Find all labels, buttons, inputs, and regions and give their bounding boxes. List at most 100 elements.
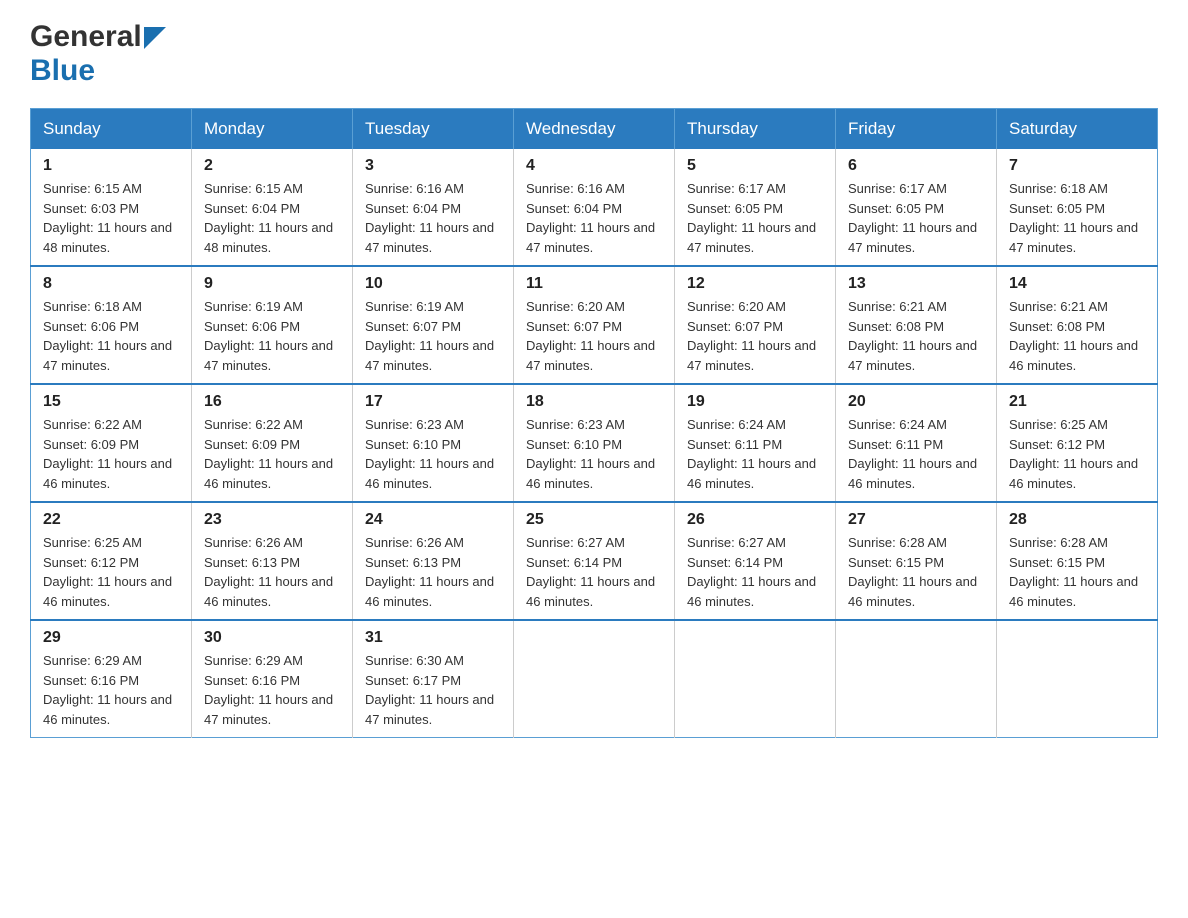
calendar-cell: 13 Sunrise: 6:21 AMSunset: 6:08 PMDayligh… [836, 266, 997, 384]
day-number: 23 [204, 511, 340, 529]
day-number: 10 [365, 275, 501, 293]
day-info: Sunrise: 6:20 AMSunset: 6:07 PMDaylight:… [526, 297, 662, 375]
day-number: 18 [526, 393, 662, 411]
day-number: 2 [204, 157, 340, 175]
day-number: 20 [848, 393, 984, 411]
calendar-cell: 20 Sunrise: 6:24 AMSunset: 6:11 PMDayligh… [836, 384, 997, 502]
calendar-header-friday: Friday [836, 109, 997, 150]
day-number: 21 [1009, 393, 1145, 411]
day-info: Sunrise: 6:16 AMSunset: 6:04 PMDaylight:… [365, 179, 501, 257]
calendar-header-saturday: Saturday [997, 109, 1158, 150]
day-info: Sunrise: 6:19 AMSunset: 6:07 PMDaylight:… [365, 297, 501, 375]
calendar-cell: 27 Sunrise: 6:28 AMSunset: 6:15 PMDayligh… [836, 502, 997, 620]
day-number: 8 [43, 275, 179, 293]
calendar-cell: 14Sunrise: 6:21 AMSunset: 6:08 PMDayligh… [997, 266, 1158, 384]
day-info: Sunrise: 6:25 AMSunset: 6:12 PMDaylight:… [1009, 415, 1145, 493]
logo-blue-text: Blue [30, 54, 95, 87]
day-number: 28 [1009, 511, 1145, 529]
day-number: 7 [1009, 157, 1145, 175]
calendar-cell [836, 620, 997, 738]
day-number: 9 [204, 275, 340, 293]
day-info: Sunrise: 6:27 AMSunset: 6:14 PMDaylight:… [687, 533, 823, 611]
day-number: 13 [848, 275, 984, 293]
calendar-week-row: 1 Sunrise: 6:15 AMSunset: 6:03 PMDaylight… [31, 149, 1158, 266]
calendar-week-row: 29Sunrise: 6:29 AMSunset: 6:16 PMDayligh… [31, 620, 1158, 738]
day-number: 15 [43, 393, 179, 411]
day-info: Sunrise: 6:17 AMSunset: 6:05 PMDaylight:… [687, 179, 823, 257]
day-info: Sunrise: 6:29 AMSunset: 6:16 PMDaylight:… [204, 651, 340, 729]
calendar-header-row: SundayMondayTuesdayWednesdayThursdayFrid… [31, 109, 1158, 150]
day-info: Sunrise: 6:23 AMSunset: 6:10 PMDaylight:… [365, 415, 501, 493]
day-info: Sunrise: 6:27 AMSunset: 6:14 PMDaylight:… [526, 533, 662, 611]
day-number: 12 [687, 275, 823, 293]
logo-arrow-icon [144, 27, 166, 49]
day-info: Sunrise: 6:24 AMSunset: 6:11 PMDaylight:… [848, 415, 984, 493]
day-info: Sunrise: 6:25 AMSunset: 6:12 PMDaylight:… [43, 533, 179, 611]
calendar-cell: 4Sunrise: 6:16 AMSunset: 6:04 PMDaylight… [514, 149, 675, 266]
day-info: Sunrise: 6:23 AMSunset: 6:10 PMDaylight:… [526, 415, 662, 493]
day-number: 30 [204, 629, 340, 647]
calendar-cell: 18 Sunrise: 6:23 AMSunset: 6:10 PMDayligh… [514, 384, 675, 502]
calendar-cell: 23 Sunrise: 6:26 AMSunset: 6:13 PMDayligh… [192, 502, 353, 620]
calendar-cell: 25Sunrise: 6:27 AMSunset: 6:14 PMDayligh… [514, 502, 675, 620]
day-info: Sunrise: 6:21 AMSunset: 6:08 PMDaylight:… [848, 297, 984, 375]
calendar-cell: 5 Sunrise: 6:17 AMSunset: 6:05 PMDaylight… [675, 149, 836, 266]
day-number: 11 [526, 275, 662, 293]
calendar-cell: 15 Sunrise: 6:22 AMSunset: 6:09 PMDayligh… [31, 384, 192, 502]
calendar-week-row: 15 Sunrise: 6:22 AMSunset: 6:09 PMDayligh… [31, 384, 1158, 502]
page-header: General Blue [30, 20, 1158, 88]
day-number: 19 [687, 393, 823, 411]
day-info: Sunrise: 6:15 AMSunset: 6:03 PMDaylight:… [43, 179, 179, 257]
calendar-cell: 22 Sunrise: 6:25 AMSunset: 6:12 PMDayligh… [31, 502, 192, 620]
calendar-cell [514, 620, 675, 738]
day-info: Sunrise: 6:28 AMSunset: 6:15 PMDaylight:… [848, 533, 984, 611]
day-number: 22 [43, 511, 179, 529]
calendar-cell: 28Sunrise: 6:28 AMSunset: 6:15 PMDayligh… [997, 502, 1158, 620]
day-number: 4 [526, 157, 662, 175]
day-info: Sunrise: 6:26 AMSunset: 6:13 PMDaylight:… [204, 533, 340, 611]
day-number: 31 [365, 629, 501, 647]
day-info: Sunrise: 6:26 AMSunset: 6:13 PMDaylight:… [365, 533, 501, 611]
calendar-header-wednesday: Wednesday [514, 109, 675, 150]
day-info: Sunrise: 6:22 AMSunset: 6:09 PMDaylight:… [43, 415, 179, 493]
calendar-cell: 6 Sunrise: 6:17 AMSunset: 6:05 PMDaylight… [836, 149, 997, 266]
calendar-table: SundayMondayTuesdayWednesdayThursdayFrid… [30, 108, 1158, 738]
calendar-cell: 29Sunrise: 6:29 AMSunset: 6:16 PMDayligh… [31, 620, 192, 738]
day-info: Sunrise: 6:22 AMSunset: 6:09 PMDaylight:… [204, 415, 340, 493]
day-number: 17 [365, 393, 501, 411]
calendar-cell: 7 Sunrise: 6:18 AMSunset: 6:05 PMDaylight… [997, 149, 1158, 266]
day-info: Sunrise: 6:15 AMSunset: 6:04 PMDaylight:… [204, 179, 340, 257]
calendar-cell: 21 Sunrise: 6:25 AMSunset: 6:12 PMDayligh… [997, 384, 1158, 502]
calendar-cell: 1 Sunrise: 6:15 AMSunset: 6:03 PMDaylight… [31, 149, 192, 266]
day-number: 26 [687, 511, 823, 529]
calendar-cell: 2 Sunrise: 6:15 AMSunset: 6:04 PMDaylight… [192, 149, 353, 266]
day-info: Sunrise: 6:24 AMSunset: 6:11 PMDaylight:… [687, 415, 823, 493]
day-number: 27 [848, 511, 984, 529]
calendar-cell: 9 Sunrise: 6:19 AMSunset: 6:06 PMDaylight… [192, 266, 353, 384]
calendar-cell: 17 Sunrise: 6:23 AMSunset: 6:10 PMDayligh… [353, 384, 514, 502]
calendar-cell: 26 Sunrise: 6:27 AMSunset: 6:14 PMDayligh… [675, 502, 836, 620]
day-info: Sunrise: 6:29 AMSunset: 6:16 PMDaylight:… [43, 651, 179, 729]
calendar-cell: 16 Sunrise: 6:22 AMSunset: 6:09 PMDayligh… [192, 384, 353, 502]
day-info: Sunrise: 6:30 AMSunset: 6:17 PMDaylight:… [365, 651, 501, 729]
calendar-header-thursday: Thursday [675, 109, 836, 150]
day-number: 3 [365, 157, 501, 175]
day-number: 5 [687, 157, 823, 175]
calendar-cell [997, 620, 1158, 738]
day-number: 1 [43, 157, 179, 175]
calendar-header-tuesday: Tuesday [353, 109, 514, 150]
day-info: Sunrise: 6:18 AMSunset: 6:05 PMDaylight:… [1009, 179, 1145, 257]
day-info: Sunrise: 6:19 AMSunset: 6:06 PMDaylight:… [204, 297, 340, 375]
calendar-week-row: 22 Sunrise: 6:25 AMSunset: 6:12 PMDayligh… [31, 502, 1158, 620]
calendar-cell: 19 Sunrise: 6:24 AMSunset: 6:11 PMDayligh… [675, 384, 836, 502]
calendar-cell [675, 620, 836, 738]
calendar-week-row: 8Sunrise: 6:18 AMSunset: 6:06 PMDaylight… [31, 266, 1158, 384]
calendar-cell: 3 Sunrise: 6:16 AMSunset: 6:04 PMDaylight… [353, 149, 514, 266]
calendar-cell: 10 Sunrise: 6:19 AMSunset: 6:07 PMDayligh… [353, 266, 514, 384]
day-number: 16 [204, 393, 340, 411]
calendar-cell: 8Sunrise: 6:18 AMSunset: 6:06 PMDaylight… [31, 266, 192, 384]
day-info: Sunrise: 6:17 AMSunset: 6:05 PMDaylight:… [848, 179, 984, 257]
calendar-cell: 30 Sunrise: 6:29 AMSunset: 6:16 PMDayligh… [192, 620, 353, 738]
day-number: 6 [848, 157, 984, 175]
logo-general-text: General [30, 20, 142, 54]
